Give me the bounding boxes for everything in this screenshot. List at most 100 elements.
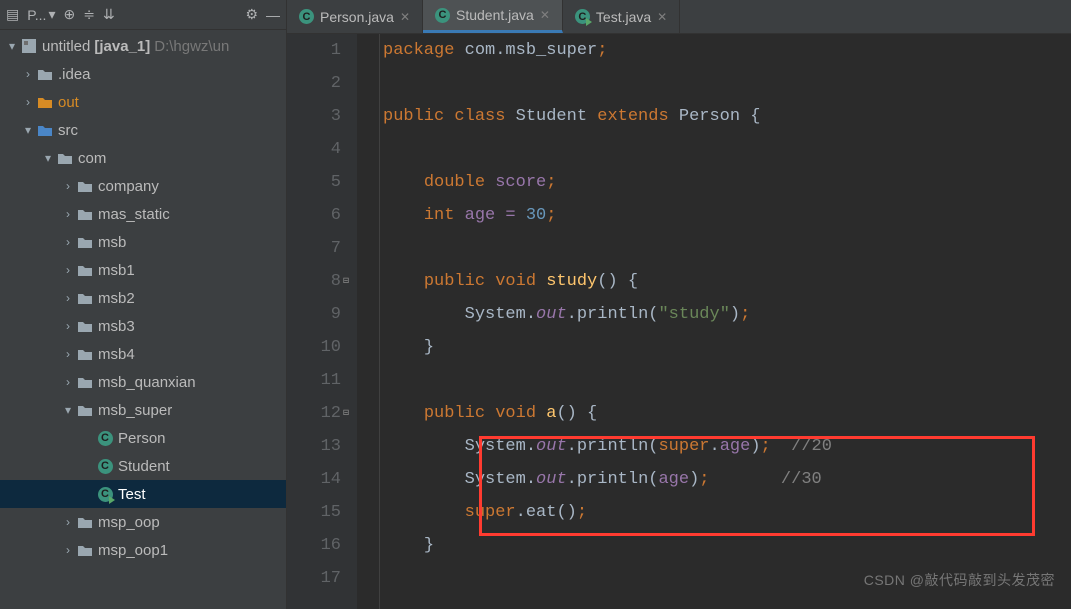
module-name: untitled [42,38,90,55]
tree-node-msb-super[interactable]: ▾msb_super [0,396,286,424]
tree-item-label: company [98,178,159,195]
tree-item-label: msb2 [98,290,135,307]
chevron-down-icon: ▾ [4,39,20,53]
package-icon [76,180,94,192]
code-content[interactable]: package com.msb_super; public class Stud… [357,34,1071,595]
project-toolbar: ▤ P... ▾ ⊕ ≑ ⇊ ⚙ — [0,0,286,30]
line-number: 1 [287,34,341,67]
class-icon: C [299,9,314,24]
tree-item-label: msb [98,234,126,251]
tab-label: Test.java [596,9,651,25]
runnable-class-icon: C [575,9,590,24]
fold-icon[interactable]: ⊟ [343,397,349,430]
class-icon: C [435,8,450,23]
tree-node-package[interactable]: ›msb3 [0,312,286,340]
tree-node-package[interactable]: ›msb4 [0,340,286,368]
chevron-right-icon: › [60,179,76,193]
package-icon [76,264,94,276]
tree-node-class[interactable]: C Student [0,452,286,480]
line-number: 12⊟ [287,397,341,430]
line-number: 16 [287,529,341,562]
tree-item-label: out [58,94,79,111]
tree-item-label: .idea [58,66,91,83]
tab-label: Student.java [456,7,534,23]
tree-node-package[interactable]: › mas_static [0,200,286,228]
line-number: 17 [287,562,341,595]
tree-node-package[interactable]: › msp_oop [0,508,286,536]
tab-label: Person.java [320,9,394,25]
tree-item-label: msb1 [98,262,135,279]
fold-icon[interactable]: ⊟ [343,265,349,298]
tree-node-com[interactable]: ▾ com [0,144,286,172]
tree-item-label: msp_oop [98,514,160,531]
module-icon [20,39,38,53]
tree-node-package[interactable]: › company [0,172,286,200]
line-number: 5 [287,166,341,199]
tree-item-label: mas_static [98,206,170,223]
package-icon [76,404,94,416]
expand-all-icon[interactable]: ≑ [83,6,95,23]
code-editor[interactable]: 1 2 3 4 5 6 7 8⊟ 9 10 11 12⊟ 13 14 15 16… [287,34,1071,609]
target-icon[interactable]: ⊕ [63,6,75,23]
tree-item-label: msb_quanxian [98,374,196,391]
close-icon[interactable]: ✕ [657,10,667,24]
close-icon[interactable]: ✕ [540,8,550,22]
package-icon [76,544,94,556]
tree-root[interactable]: ▾ untitled [java_1] D:\hgwz\un [0,32,286,60]
tree-item-label: Student [118,458,170,475]
editor-tab-test[interactable]: C Test.java ✕ [563,0,680,33]
hide-icon[interactable]: — [266,7,280,23]
line-number: 7 [287,232,341,265]
tree-item-label: msb4 [98,346,135,363]
tree-item-label: Person [118,430,166,447]
package-icon [76,376,94,388]
close-icon[interactable]: ✕ [400,10,410,24]
package-icon [76,236,94,248]
line-number: 10 [287,331,341,364]
tree-item-label: msb_super [98,402,172,419]
chevron-right-icon: › [60,375,76,389]
tree-node-package[interactable]: › msb_quanxian [0,368,286,396]
chevron-down-icon: ▾ [48,6,55,23]
chevron-right-icon: › [20,67,36,81]
tree-node-test[interactable]: CTest [0,480,286,508]
line-number: 8⊟ [287,265,341,298]
line-number: 4 [287,133,341,166]
tree-node-out[interactable]: › out [0,88,286,116]
editor-gutter[interactable]: 1 2 3 4 5 6 7 8⊟ 9 10 11 12⊟ 13 14 15 16… [287,34,357,609]
editor-tab-student[interactable]: C Student.java ✕ [423,0,563,33]
package-icon [76,208,94,220]
chevron-right-icon: › [60,207,76,221]
tree-node-package[interactable]: ›msb [0,228,286,256]
watermark: CSDN @敲代码敲到头发茂密 [864,564,1055,597]
chevron-right-icon: › [60,543,76,557]
editor-tabs: C Person.java ✕ C Student.java ✕ C Test.… [287,0,1071,34]
package-icon [76,320,94,332]
tree-node-class[interactable]: CPerson [0,424,286,452]
collapse-all-icon[interactable]: ⇊ [103,6,115,23]
tree-node-package[interactable]: › msp_oop1 [0,536,286,564]
project-tree[interactable]: ▾ untitled [java_1] D:\hgwz\un › .idea ›… [0,30,286,609]
chevron-right-icon: › [60,515,76,529]
tree-node-package[interactable]: ›msb1 [0,256,286,284]
chevron-right-icon: › [20,95,36,109]
tree-node-package[interactable]: › msb2 [0,284,286,312]
package-icon [76,516,94,528]
class-icon: C [96,459,114,474]
gear-icon[interactable]: ⚙ [245,6,258,23]
line-number: 3 [287,100,341,133]
tree-node-src[interactable]: ▾ src [0,116,286,144]
line-number: 11 [287,364,341,397]
tree-item-label: com [78,150,106,167]
project-view-dropdown[interactable]: P... ▾ [27,6,55,23]
package-icon [76,348,94,360]
chevron-right-icon: › [60,291,76,305]
editor-tab-person[interactable]: C Person.java ✕ [287,0,423,33]
tree-node-idea[interactable]: › .idea [0,60,286,88]
chevron-down-icon: ▾ [40,151,56,165]
tree-item-label: msp_oop1 [98,542,168,559]
line-number: 14 [287,463,341,496]
folder-icon [36,68,54,80]
tree-item-label: Test [118,486,146,503]
project-sidebar: ▤ P... ▾ ⊕ ≑ ⇊ ⚙ — ▾ untitled [java_1] D… [0,0,287,609]
